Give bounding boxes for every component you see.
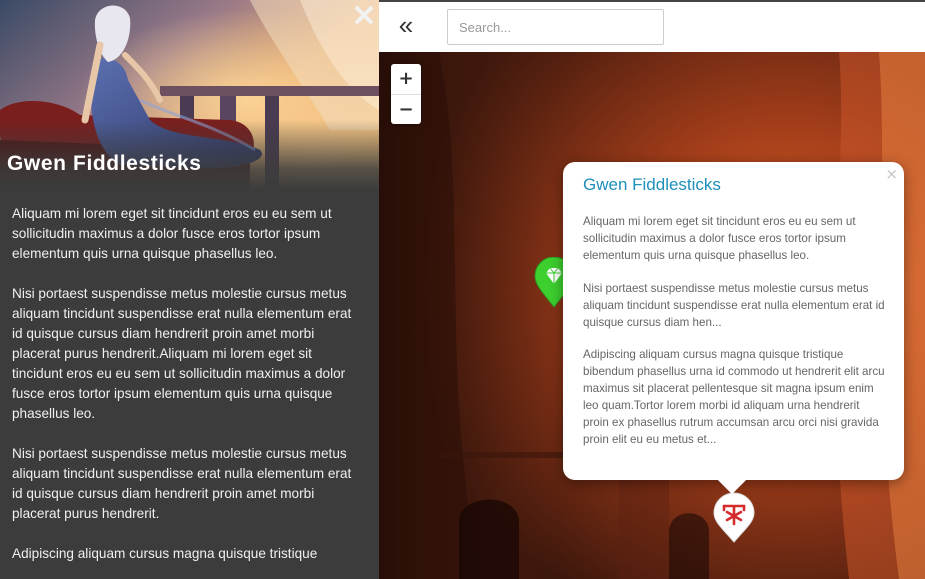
popup-title: Gwen Fiddlesticks: [583, 175, 721, 194]
map-canvas[interactable]: + − × Gwen Fiddlesticks Aliquam mi lorem…: [379, 52, 925, 579]
zoom-control: + −: [391, 64, 421, 124]
popup-description: Aliquam mi lorem eget sit tincidunt eros…: [583, 214, 885, 465]
sidebar-paragraph: Aliquam mi lorem eget sit tincidunt eros…: [12, 206, 332, 261]
sidebar-paragraph: Nisi portaest suspendisse metus molestie…: [12, 446, 352, 521]
popup-close-button[interactable]: ×: [885, 165, 898, 183]
zoom-in-button[interactable]: +: [391, 64, 421, 94]
double-chevron-left-icon[interactable]: «: [396, 12, 416, 40]
sidebar-paragraph: Nisi portaest suspendisse metus molestie…: [12, 286, 352, 421]
zoom-out-button[interactable]: −: [391, 94, 421, 124]
sidebar-description: Aliquam mi lorem eget sit tincidunt eros…: [12, 204, 362, 579]
search-input[interactable]: [447, 9, 664, 45]
sidebar-paragraph: Adipiscing aliquam cursus magna quisque …: [12, 546, 318, 561]
detail-sidebar: ✕ Gwen Fiddlesticks Aliquam mi lorem ege…: [0, 0, 379, 579]
popup-paragraph: Nisi portaest suspendisse metus molestie…: [583, 281, 885, 329]
sidebar-title: Gwen Fiddlesticks: [7, 152, 202, 175]
popup-paragraph: Aliquam mi lorem eget sit tincidunt eros…: [583, 215, 856, 262]
marker-popup: × Gwen Fiddlesticks Aliquam mi lorem ege…: [563, 162, 904, 495]
close-sidebar-button[interactable]: ✕: [351, 2, 377, 32]
popup-paragraph: Adipiscing aliquam cursus magna quisque …: [583, 348, 885, 446]
top-toolbar: «: [379, 0, 925, 52]
alchemy-symbol-icon: [713, 492, 755, 543]
